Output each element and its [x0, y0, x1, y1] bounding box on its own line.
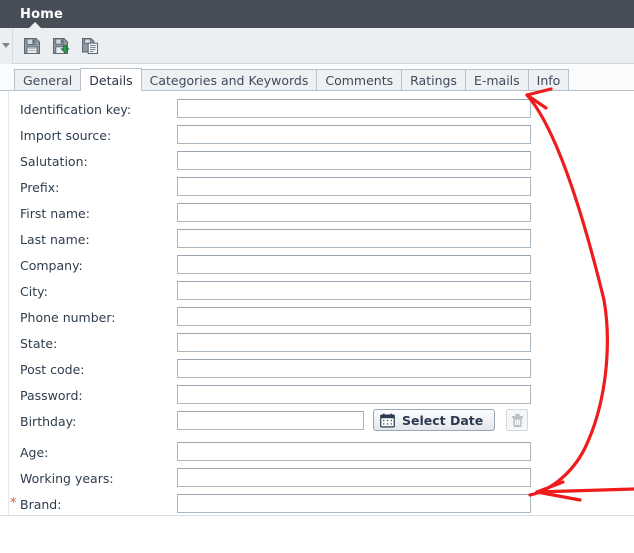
field-input-identification-key[interactable]	[177, 99, 531, 118]
field-input-state[interactable]	[177, 333, 531, 352]
select-date-label: Select Date	[402, 412, 484, 428]
form-row-import-source: Import source:	[0, 123, 634, 149]
form-row-post-code: Post code:	[0, 357, 634, 383]
field-input-salutation[interactable]	[177, 151, 531, 170]
save-and-close-button[interactable]	[48, 33, 74, 59]
field-input-phone-number[interactable]	[177, 307, 531, 326]
field-label-birthday: Birthday:	[20, 414, 77, 429]
save-button[interactable]	[19, 33, 45, 59]
tab-categories-and-keywords[interactable]: Categories and Keywords	[140, 69, 318, 91]
form-row-prefix: Prefix:	[0, 175, 634, 201]
tab-general[interactable]: General	[14, 69, 82, 91]
field-label-password: Password:	[20, 388, 83, 403]
field-label-identification-key: Identification key:	[20, 102, 132, 117]
field-label-brand: Brand:	[20, 497, 62, 512]
required-marker: *	[10, 496, 17, 511]
form-row-city: City:	[0, 279, 634, 305]
field-input-working-years[interactable]	[177, 468, 531, 487]
tab-strip: General Details Categories and Keywords Com…	[0, 65, 634, 92]
field-label-salutation: Salutation:	[20, 154, 88, 169]
tab-label: General	[23, 73, 73, 88]
field-input-first-name[interactable]	[177, 203, 531, 222]
form-row-identification-key: Identification key:	[0, 97, 634, 123]
field-label-import-source: Import source:	[20, 128, 112, 143]
field-label-company: Company:	[20, 258, 83, 273]
tab-e-mails[interactable]: E-mails	[464, 69, 529, 91]
application-window: Home General Details Categories and Keyw…	[0, 0, 634, 553]
chevron-down-icon	[2, 43, 10, 48]
tab-label: Ratings	[410, 73, 457, 88]
form-row-state: State:	[0, 331, 634, 357]
trash-icon	[511, 413, 523, 427]
tab-info[interactable]: Info	[527, 69, 570, 91]
title-bar	[0, 0, 634, 28]
details-panel: Identification key: Import source: Salutat…	[0, 91, 634, 516]
field-input-brand[interactable]	[177, 494, 531, 513]
form-row-phone-number: Phone number:	[0, 305, 634, 331]
field-label-first-name: First name:	[20, 206, 90, 221]
panel-left-rule	[8, 91, 9, 515]
floppy-disk-download-icon	[53, 37, 70, 54]
form-row-age: Age:	[0, 440, 634, 466]
form-row-company: Company:	[0, 253, 634, 279]
field-input-import-source[interactable]	[177, 125, 531, 144]
form-row-brand: * Brand:	[0, 492, 634, 518]
form-row-birthday: Birthday: Select Date	[0, 409, 634, 435]
form-row-password: Password:	[0, 383, 634, 409]
form-row-last-name: Last name:	[0, 227, 634, 253]
field-input-birthday[interactable]	[177, 411, 364, 430]
tab-comments[interactable]: Comments	[316, 69, 403, 91]
form-row-working-years: Working years:	[0, 466, 634, 492]
tab-label: Info	[536, 73, 561, 88]
field-label-post-code: Post code:	[20, 362, 85, 377]
toolbar-button-group	[13, 33, 103, 59]
form-row-first-name: First name:	[0, 201, 634, 227]
form-row-salutation: Salutation:	[0, 149, 634, 175]
tab-ratings[interactable]: Ratings	[401, 69, 466, 91]
select-date-button[interactable]: Select Date	[373, 409, 495, 431]
copy-document-icon	[82, 37, 98, 54]
toolbar	[0, 27, 634, 64]
toolbar-overflow-button[interactable]	[0, 27, 13, 64]
clear-date-button[interactable]	[506, 409, 528, 431]
field-label-prefix: Prefix:	[20, 180, 60, 195]
tab-label: Comments	[325, 73, 394, 88]
field-input-password[interactable]	[177, 385, 531, 404]
field-label-state: State:	[20, 336, 58, 351]
tab-label: Details	[89, 72, 133, 88]
field-input-last-name[interactable]	[177, 229, 531, 248]
field-input-age[interactable]	[177, 442, 531, 461]
field-label-city: City:	[20, 284, 48, 299]
field-label-last-name: Last name:	[20, 232, 90, 247]
calendar-icon	[380, 413, 395, 427]
field-label-age: Age:	[20, 445, 49, 460]
ribbon-tab-home-notch	[28, 22, 42, 29]
field-input-company[interactable]	[177, 255, 531, 274]
tab-label: E-mails	[473, 73, 520, 88]
field-label-phone-number: Phone number:	[20, 310, 116, 325]
field-input-city[interactable]	[177, 281, 531, 300]
copy-button[interactable]	[77, 33, 103, 59]
field-input-prefix[interactable]	[177, 177, 531, 196]
field-input-post-code[interactable]	[177, 359, 531, 378]
tab-label: Categories and Keywords	[149, 73, 309, 88]
ribbon-tab-home-label: Home	[20, 6, 63, 22]
tab-details[interactable]: Details	[80, 68, 142, 92]
field-label-working-years: Working years:	[20, 471, 114, 486]
floppy-disk-icon	[24, 37, 40, 54]
